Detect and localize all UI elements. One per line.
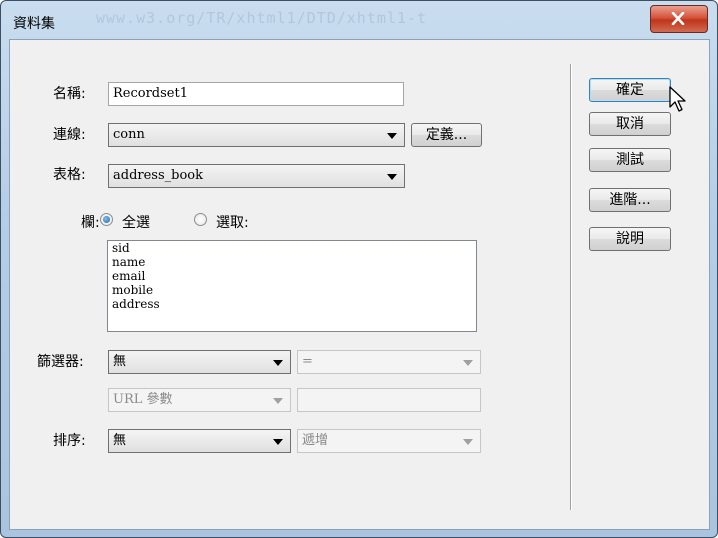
title-bar[interactable]: 資料集 www.w3.org/TR/xhtml1/DTD/xhtml1-t xyxy=(1,1,717,39)
help-button[interactable]: 說明 xyxy=(589,227,671,251)
connection-dropdown[interactable]: conn xyxy=(108,123,405,147)
chevron-down-icon xyxy=(273,398,283,404)
sort-order-dropdown[interactable]: 遞增 xyxy=(297,429,481,453)
close-button[interactable] xyxy=(650,5,708,33)
title-background-text: www.w3.org/TR/xhtml1/DTD/xhtml1-t xyxy=(96,9,428,27)
close-x-icon xyxy=(671,12,685,25)
filter-value-input[interactable] xyxy=(297,388,481,412)
advanced-button[interactable]: 進階... xyxy=(589,188,671,212)
chevron-down-icon xyxy=(387,174,397,180)
filter-column-dropdown[interactable]: 無 xyxy=(108,350,291,374)
chevron-down-icon xyxy=(463,439,473,445)
sort-label: 排序: xyxy=(53,433,86,449)
define-button[interactable]: 定義... xyxy=(411,123,482,147)
list-item[interactable]: address xyxy=(108,297,476,311)
list-item[interactable]: mobile xyxy=(108,283,476,297)
filter-value: 無 xyxy=(113,354,127,369)
list-item[interactable]: email xyxy=(108,269,476,283)
chevron-down-icon xyxy=(463,360,473,366)
list-item[interactable]: name xyxy=(108,255,476,269)
table-dropdown[interactable]: address_book xyxy=(108,164,405,188)
table-label: 表格: xyxy=(53,167,86,183)
dialog-body: 名稱: Recordset1 連線: conn 定義... 表格: addres… xyxy=(9,39,710,530)
columns-label: 欄: xyxy=(81,215,100,231)
vertical-divider xyxy=(570,64,571,510)
filter-param-dropdown[interactable]: URL 參數 xyxy=(108,388,291,412)
filter-param-value: URL 參數 xyxy=(113,392,173,407)
connection-value: conn xyxy=(113,127,145,142)
chevron-down-icon xyxy=(273,439,283,445)
radio-select[interactable] xyxy=(194,213,207,226)
filter-operator-dropdown[interactable]: = xyxy=(297,350,481,374)
list-item[interactable]: sid xyxy=(108,241,476,255)
filter-label: 篩選器: xyxy=(37,354,84,370)
chevron-down-icon xyxy=(273,360,283,366)
sort-column-dropdown[interactable]: 無 xyxy=(108,429,291,453)
cancel-button[interactable]: 取消 xyxy=(589,112,671,136)
chevron-down-icon xyxy=(387,133,397,139)
sort-value: 無 xyxy=(113,433,127,448)
name-label: 名稱: xyxy=(53,86,86,102)
dialog-title: 資料集 xyxy=(13,16,55,32)
name-input[interactable]: Recordset1 xyxy=(108,82,404,106)
radio-select-label: 選取: xyxy=(216,215,249,231)
radio-all-label: 全選 xyxy=(122,215,150,231)
columns-listbox[interactable]: sid name email mobile address xyxy=(107,240,477,332)
connection-label: 連線: xyxy=(53,127,86,143)
radio-all[interactable] xyxy=(100,213,113,226)
sort-order-value: 遞增 xyxy=(302,433,329,448)
test-button[interactable]: 測試 xyxy=(589,148,671,172)
table-value: address_book xyxy=(113,168,203,183)
filter-operator-value: = xyxy=(302,354,313,369)
recordset-dialog: 資料集 www.w3.org/TR/xhtml1/DTD/xhtml1-t 名稱… xyxy=(0,0,718,538)
ok-button[interactable]: 確定 xyxy=(589,78,671,102)
mouse-pointer-icon xyxy=(669,86,686,112)
